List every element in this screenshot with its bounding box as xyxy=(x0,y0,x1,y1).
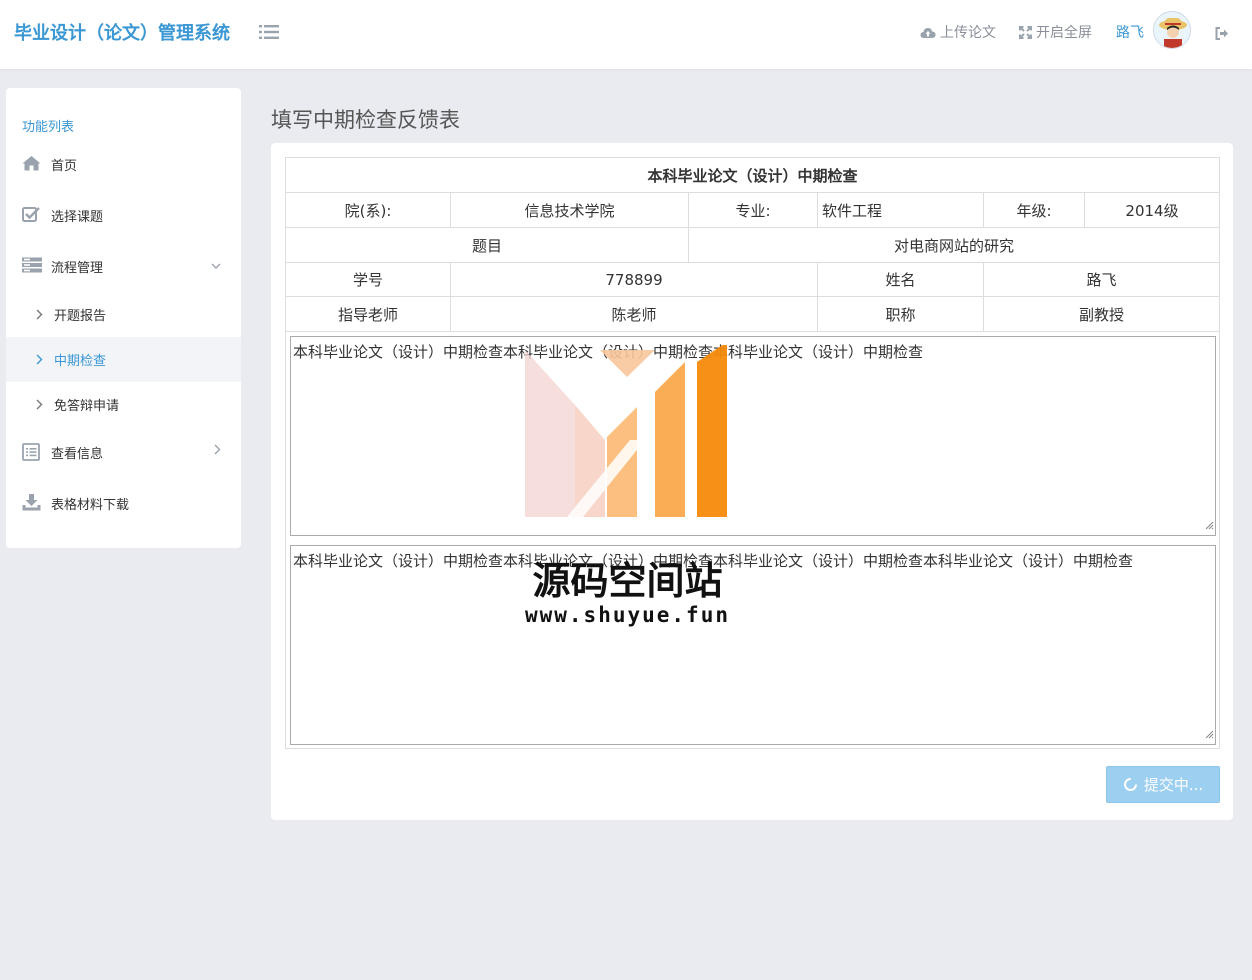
advisor-label: 指导老师 xyxy=(286,297,451,332)
home-icon xyxy=(22,155,41,173)
name-label: 姓名 xyxy=(818,263,984,297)
upload-thesis-button[interactable]: 上传论文 xyxy=(920,22,996,42)
app-title[interactable]: 毕业设计（论文）管理系统 xyxy=(14,19,230,45)
fullscreen-label: 开启全屏 xyxy=(1036,25,1092,41)
sidebar-item-home[interactable]: 首页 xyxy=(6,141,241,187)
sidebar-item-label: 表格材料下载 xyxy=(51,498,130,513)
advisor-value: 陈老师 xyxy=(451,297,818,332)
grade-value: 2014级 xyxy=(1085,193,1219,228)
sidebar-item-label: 流程管理 xyxy=(51,261,104,276)
dept-value: 信息技术学院 xyxy=(451,193,689,228)
sidebar-subitem-label: 免答辩申请 xyxy=(54,399,120,414)
form-card: 本科毕业论文（设计）中期检查 院(系): 信息技术学院 专业: 软件工程 年级:… xyxy=(271,143,1233,820)
major-label: 专业: xyxy=(689,193,818,228)
chevron-down-icon xyxy=(211,259,221,274)
student-id-value: 778899 xyxy=(451,263,818,297)
cloud-upload-icon xyxy=(920,27,936,38)
feedback-text: 本科毕业论文（设计）中期检查本科毕业论文（设计）中期检查本科毕业论文（设计）中期… xyxy=(293,552,1134,570)
sidebar-subitem-proposal[interactable]: 开题报告 xyxy=(6,292,241,337)
fullscreen-button[interactable]: 开启全屏 xyxy=(1019,22,1092,42)
sidebar-item-view-info[interactable]: 查看信息 xyxy=(6,429,241,475)
username-link[interactable]: 路飞 xyxy=(1116,22,1144,42)
resize-handle-icon[interactable] xyxy=(1205,725,1214,743)
upload-thesis-label: 上传论文 xyxy=(940,25,996,41)
resize-handle-icon[interactable] xyxy=(1205,516,1214,534)
submit-button[interactable]: 提交中... xyxy=(1106,766,1220,803)
grade-label: 年级: xyxy=(984,193,1085,228)
sidebar-item-label: 选择课题 xyxy=(51,210,104,225)
sidebar-title: 功能列表 xyxy=(22,120,75,135)
list-alt-icon xyxy=(22,443,41,461)
student-id-label: 学号 xyxy=(286,263,451,297)
download-icon xyxy=(22,494,41,512)
avatar[interactable] xyxy=(1153,11,1191,49)
check-square-icon xyxy=(22,206,41,224)
sidebar-item-process[interactable]: 流程管理 xyxy=(6,243,241,289)
sidebar-item-label: 查看信息 xyxy=(51,447,104,462)
rank-label: 职称 xyxy=(818,297,984,332)
sidebar-item-label: 首页 xyxy=(51,159,78,174)
midterm-form-table: 本科毕业论文（设计）中期检查 院(系): 信息技术学院 专业: 软件工程 年级:… xyxy=(285,157,1220,749)
sidebar-item-select-topic[interactable]: 选择课题 xyxy=(6,192,241,238)
name-value: 路飞 xyxy=(984,263,1219,297)
logout-icon[interactable] xyxy=(1215,25,1229,44)
rank-value: 副教授 xyxy=(984,297,1219,332)
top-header: 毕业设计（论文）管理系统 上传论文 开启全屏 路飞 xyxy=(0,0,1252,69)
progress-text: 本科毕业论文（设计）中期检查本科毕业论文（设计）中期检查本科毕业论文（设计）中期… xyxy=(293,343,924,361)
sidebar-item-downloads[interactable]: 表格材料下载 xyxy=(6,480,241,526)
chevron-right-icon xyxy=(36,309,43,324)
sidebar-subitem-label: 中期检查 xyxy=(54,354,107,369)
topic-label: 题目 xyxy=(286,228,689,263)
progress-textarea[interactable]: 本科毕业论文（设计）中期检查本科毕业论文（设计）中期检查本科毕业论文（设计）中期… xyxy=(290,336,1216,536)
sidebar: 功能列表 首页 选择课题 流程管理 开题报告 中期检查 免答辩申请 查看信息 表… xyxy=(6,88,241,548)
topic-value: 对电商网站的研究 xyxy=(689,228,1219,263)
spinner-icon xyxy=(1123,778,1137,791)
menu-list-icon[interactable] xyxy=(259,24,279,40)
dept-label: 院(系): xyxy=(286,193,451,228)
chevron-right-icon xyxy=(214,444,221,459)
page-title: 填写中期检查反馈表 xyxy=(271,108,460,132)
chevron-right-icon xyxy=(36,354,43,369)
form-title: 本科毕业论文（设计）中期检查 xyxy=(286,158,1219,193)
feedback-textarea[interactable]: 本科毕业论文（设计）中期检查本科毕业论文（设计）中期检查本科毕业论文（设计）中期… xyxy=(290,545,1216,745)
sidebar-subitem-label: 开题报告 xyxy=(54,309,107,324)
sidebar-subitem-midterm[interactable]: 中期检查 xyxy=(6,337,241,382)
sidebar-subitem-exemption[interactable]: 免答辩申请 xyxy=(6,382,241,427)
major-value: 软件工程 xyxy=(818,193,984,228)
submit-label: 提交中... xyxy=(1143,776,1204,794)
chevron-right-icon xyxy=(36,399,43,414)
expand-icon xyxy=(1019,25,1032,39)
server-icon xyxy=(22,257,42,275)
